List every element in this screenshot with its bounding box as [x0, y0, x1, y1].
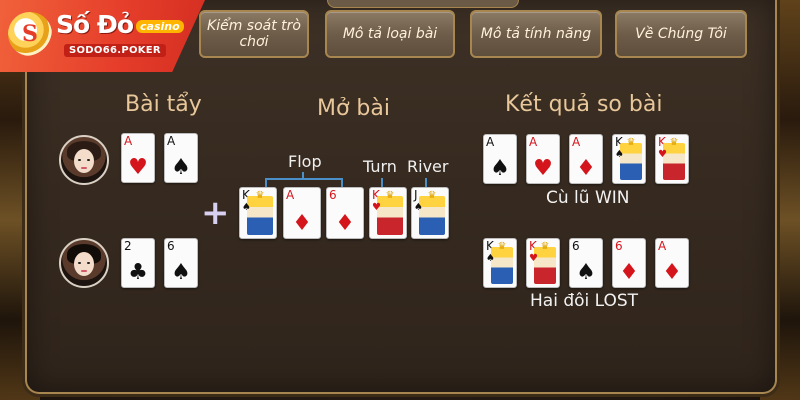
card-suit-icon: ♥ [533, 156, 553, 181]
card-suit-icon: ♦ [292, 211, 312, 236]
playing-card: A ♠ [164, 133, 198, 183]
playing-card: A ♥ [526, 134, 560, 184]
card-suit-icon: ♦ [619, 260, 639, 285]
logo-mark-icon: S [8, 12, 52, 56]
card-suit-small: ♥ [658, 149, 667, 160]
card-rank: J [414, 188, 418, 202]
crown-icon: ♛ [669, 137, 679, 148]
card-suit-small: ♠ [242, 202, 251, 213]
tab-label: Mô tả tính năng [480, 26, 592, 42]
logo-tag: casino [136, 20, 184, 33]
card-rank: 6 [615, 239, 623, 253]
player-2-avatar [59, 238, 109, 288]
playing-card: K ♛ ♠ [239, 187, 277, 239]
card-rank: A [572, 135, 581, 149]
river-label: River [407, 157, 449, 176]
playing-card: J ♛ ♠ [411, 187, 449, 239]
game-rules-screen: Kiểm soát trò chơi Mô tả loại bài Mô tả … [0, 0, 800, 400]
card-suit-icon: ♠ [171, 260, 191, 285]
tab-game-control[interactable]: Kiểm soát trò chơi [199, 10, 309, 58]
card-rank: A [286, 188, 295, 202]
crown-icon: ♛ [540, 241, 550, 252]
crown-icon: ♛ [497, 241, 507, 252]
playing-card: 6 ♦ [612, 238, 646, 288]
logo-url: SODO66.POKER [64, 44, 166, 57]
card-suit-icon: ♦ [576, 156, 596, 181]
card-suit-icon: ♥ [128, 155, 148, 180]
card-rank: A [658, 239, 667, 253]
card-suit-icon: ♠ [490, 156, 510, 181]
card-suit-icon: ♠ [171, 155, 191, 180]
crown-icon: ♛ [427, 190, 437, 201]
crown-icon: ♛ [385, 190, 395, 201]
playing-card: K ♛ ♥ [655, 134, 689, 184]
card-rank: 6 [329, 188, 337, 202]
playing-card: 6 ♦ [326, 187, 364, 239]
playing-card: A ♥ [121, 133, 155, 183]
result-1-text: Cù lũ WIN [546, 188, 630, 208]
result-heading: Kết quả so bài [505, 92, 663, 117]
panel-top-tab [327, 0, 519, 8]
playing-card: K ♛ ♥ [369, 187, 407, 239]
tab-about-us[interactable]: Về Chúng Tôi [615, 10, 747, 58]
playing-card: A ♦ [283, 187, 321, 239]
card-suit-icon: ♦ [662, 260, 682, 285]
crown-icon: ♛ [255, 190, 265, 201]
playing-card: K ♛ ♥ [526, 238, 560, 288]
board-heading: Mở bài [317, 96, 390, 121]
card-rank: A [124, 134, 133, 148]
card-suit-small: ♥ [529, 253, 538, 264]
flop-label: Flop [288, 152, 322, 171]
playing-card: A ♠ [483, 134, 517, 184]
player-1-avatar [59, 135, 109, 185]
logo-name: Số Đỏ [56, 10, 134, 39]
hole-cards-heading: Bài tẩy [125, 92, 202, 117]
playing-card: K ♛ ♠ [483, 238, 517, 288]
tab-label: Mô tả loại bài [342, 26, 438, 42]
card-suit-icon: ♦ [335, 211, 355, 236]
crown-icon: ♛ [626, 137, 636, 148]
card-suit-icon: ♣ [128, 260, 148, 285]
playing-card: 6 ♠ [569, 238, 603, 288]
card-rank: A [486, 135, 495, 149]
card-suit-small: ♥ [372, 202, 381, 213]
result-2-text: Hai đôi LOST [530, 291, 639, 311]
flop-bracket-tick [302, 172, 304, 179]
card-rank: 6 [167, 239, 175, 253]
card-suit-small: ♠ [615, 149, 624, 160]
card-rank: 2 [124, 239, 132, 253]
playing-card: K ♛ ♠ [612, 134, 646, 184]
card-suit-small: ♠ [486, 253, 495, 264]
card-suit-small: ♠ [414, 202, 423, 213]
card-rank: 6 [572, 239, 580, 253]
tab-label: Kiểm soát trò chơi [207, 18, 301, 50]
card-suit-icon: ♠ [576, 260, 596, 285]
tab-label: Về Chúng Tôi [635, 26, 727, 42]
tab-hand-types[interactable]: Mô tả loại bài [325, 10, 455, 58]
playing-card: 6 ♠ [164, 238, 198, 288]
tab-features[interactable]: Mô tả tính năng [470, 10, 602, 58]
brand-logo[interactable]: S Số Đỏ casino SODO66.POKER [0, 0, 205, 72]
playing-card: A ♦ [655, 238, 689, 288]
card-rank: A [167, 134, 176, 148]
playing-card: A ♦ [569, 134, 603, 184]
playing-card: 2 ♣ [121, 238, 155, 288]
turn-label: Turn [363, 157, 397, 176]
plus-sign: + [201, 193, 230, 233]
card-rank: A [529, 135, 538, 149]
